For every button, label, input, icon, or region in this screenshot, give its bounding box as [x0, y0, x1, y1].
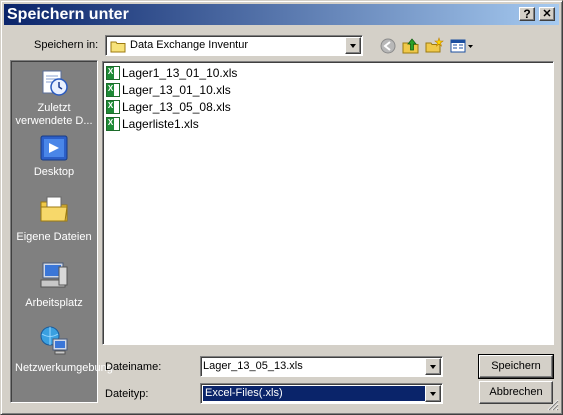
place-recent[interactable]: Zuletzt verwendete D... — [11, 65, 97, 131]
folder-icon — [110, 40, 126, 56]
excel-file-icon — [106, 100, 120, 114]
place-my-documents[interactable]: Eigene Dateien — [11, 193, 97, 253]
filetype-value: Excel-Files(.xls) — [203, 386, 425, 401]
place-my-computer[interactable]: Arbeitsplatz — [11, 259, 97, 319]
place-label: Eigene Dateien — [16, 231, 92, 243]
save-button[interactable]: Speichern — [478, 354, 554, 379]
resize-grip-icon[interactable] — [547, 399, 559, 411]
file-item[interactable]: Lager1_13_01_10.xls — [106, 65, 237, 82]
place-network[interactable]: Netzwerkumgebung — [11, 325, 113, 395]
place-label: Arbeitsplatz — [25, 297, 83, 309]
place-label: Desktop — [33, 166, 75, 178]
view-menu-button[interactable] — [448, 36, 476, 56]
close-button[interactable]: ✕ — [539, 7, 555, 21]
new-folder-icon — [425, 37, 444, 53]
up-folder-button[interactable] — [400, 36, 422, 56]
my-documents-icon — [37, 193, 71, 225]
excel-file-icon — [106, 117, 120, 131]
file-item[interactable]: Lagerliste1.xls — [106, 116, 199, 133]
window-title: Speichern unter — [7, 6, 129, 23]
save-as-dialog: Speichern unter ? ✕ Speichern in: Data E… — [0, 0, 563, 415]
file-list[interactable]: Lager1_13_01_10.xls Lager_13_01_10.xls L… — [102, 61, 554, 345]
my-computer-icon — [37, 259, 71, 291]
filename-label: Dateiname: — [105, 361, 162, 373]
filetype-dropdown-arrow[interactable] — [425, 385, 441, 402]
desktop-icon — [37, 133, 71, 165]
place-label: Zuletzt verwendete D... — [15, 102, 93, 127]
up-folder-icon — [402, 38, 419, 54]
filetype-label: Dateityp: — [105, 388, 149, 400]
excel-file-icon — [106, 66, 120, 80]
back-icon — [380, 38, 396, 54]
location-dropdown-arrow[interactable] — [345, 37, 361, 54]
title-bar[interactable]: Speichern unter ? ✕ — [4, 4, 559, 25]
recent-documents-icon — [37, 67, 71, 99]
filename-dropdown-arrow[interactable] — [425, 358, 441, 375]
view-menu-icon — [450, 39, 473, 53]
back-button[interactable] — [378, 36, 400, 56]
file-item[interactable]: Lager_13_05_08.xls — [106, 99, 231, 116]
filename-input[interactable]: Lager_13_05_13.xls — [200, 356, 443, 377]
network-icon — [37, 325, 71, 357]
save-in-label: Speichern in: — [34, 39, 99, 51]
cancel-button[interactable]: Abbrechen — [479, 381, 553, 404]
location-value: Data Exchange Inventur — [130, 39, 249, 51]
file-item[interactable]: Lager_13_01_10.xls — [106, 82, 231, 99]
new-folder-button[interactable] — [423, 36, 445, 56]
place-desktop[interactable]: Desktop — [11, 133, 97, 183]
filename-value: Lager_13_05_13.xls — [203, 360, 303, 372]
location-combobox[interactable]: Data Exchange Inventur — [105, 35, 363, 56]
help-button[interactable]: ? — [519, 7, 535, 21]
filetype-select[interactable]: Excel-Files(.xls) — [200, 383, 443, 404]
places-bar: Zuletzt verwendete D... Desktop Eigene D… — [10, 60, 113, 403]
place-label: Netzwerkumgebung — [15, 362, 113, 374]
excel-file-icon — [106, 83, 120, 97]
